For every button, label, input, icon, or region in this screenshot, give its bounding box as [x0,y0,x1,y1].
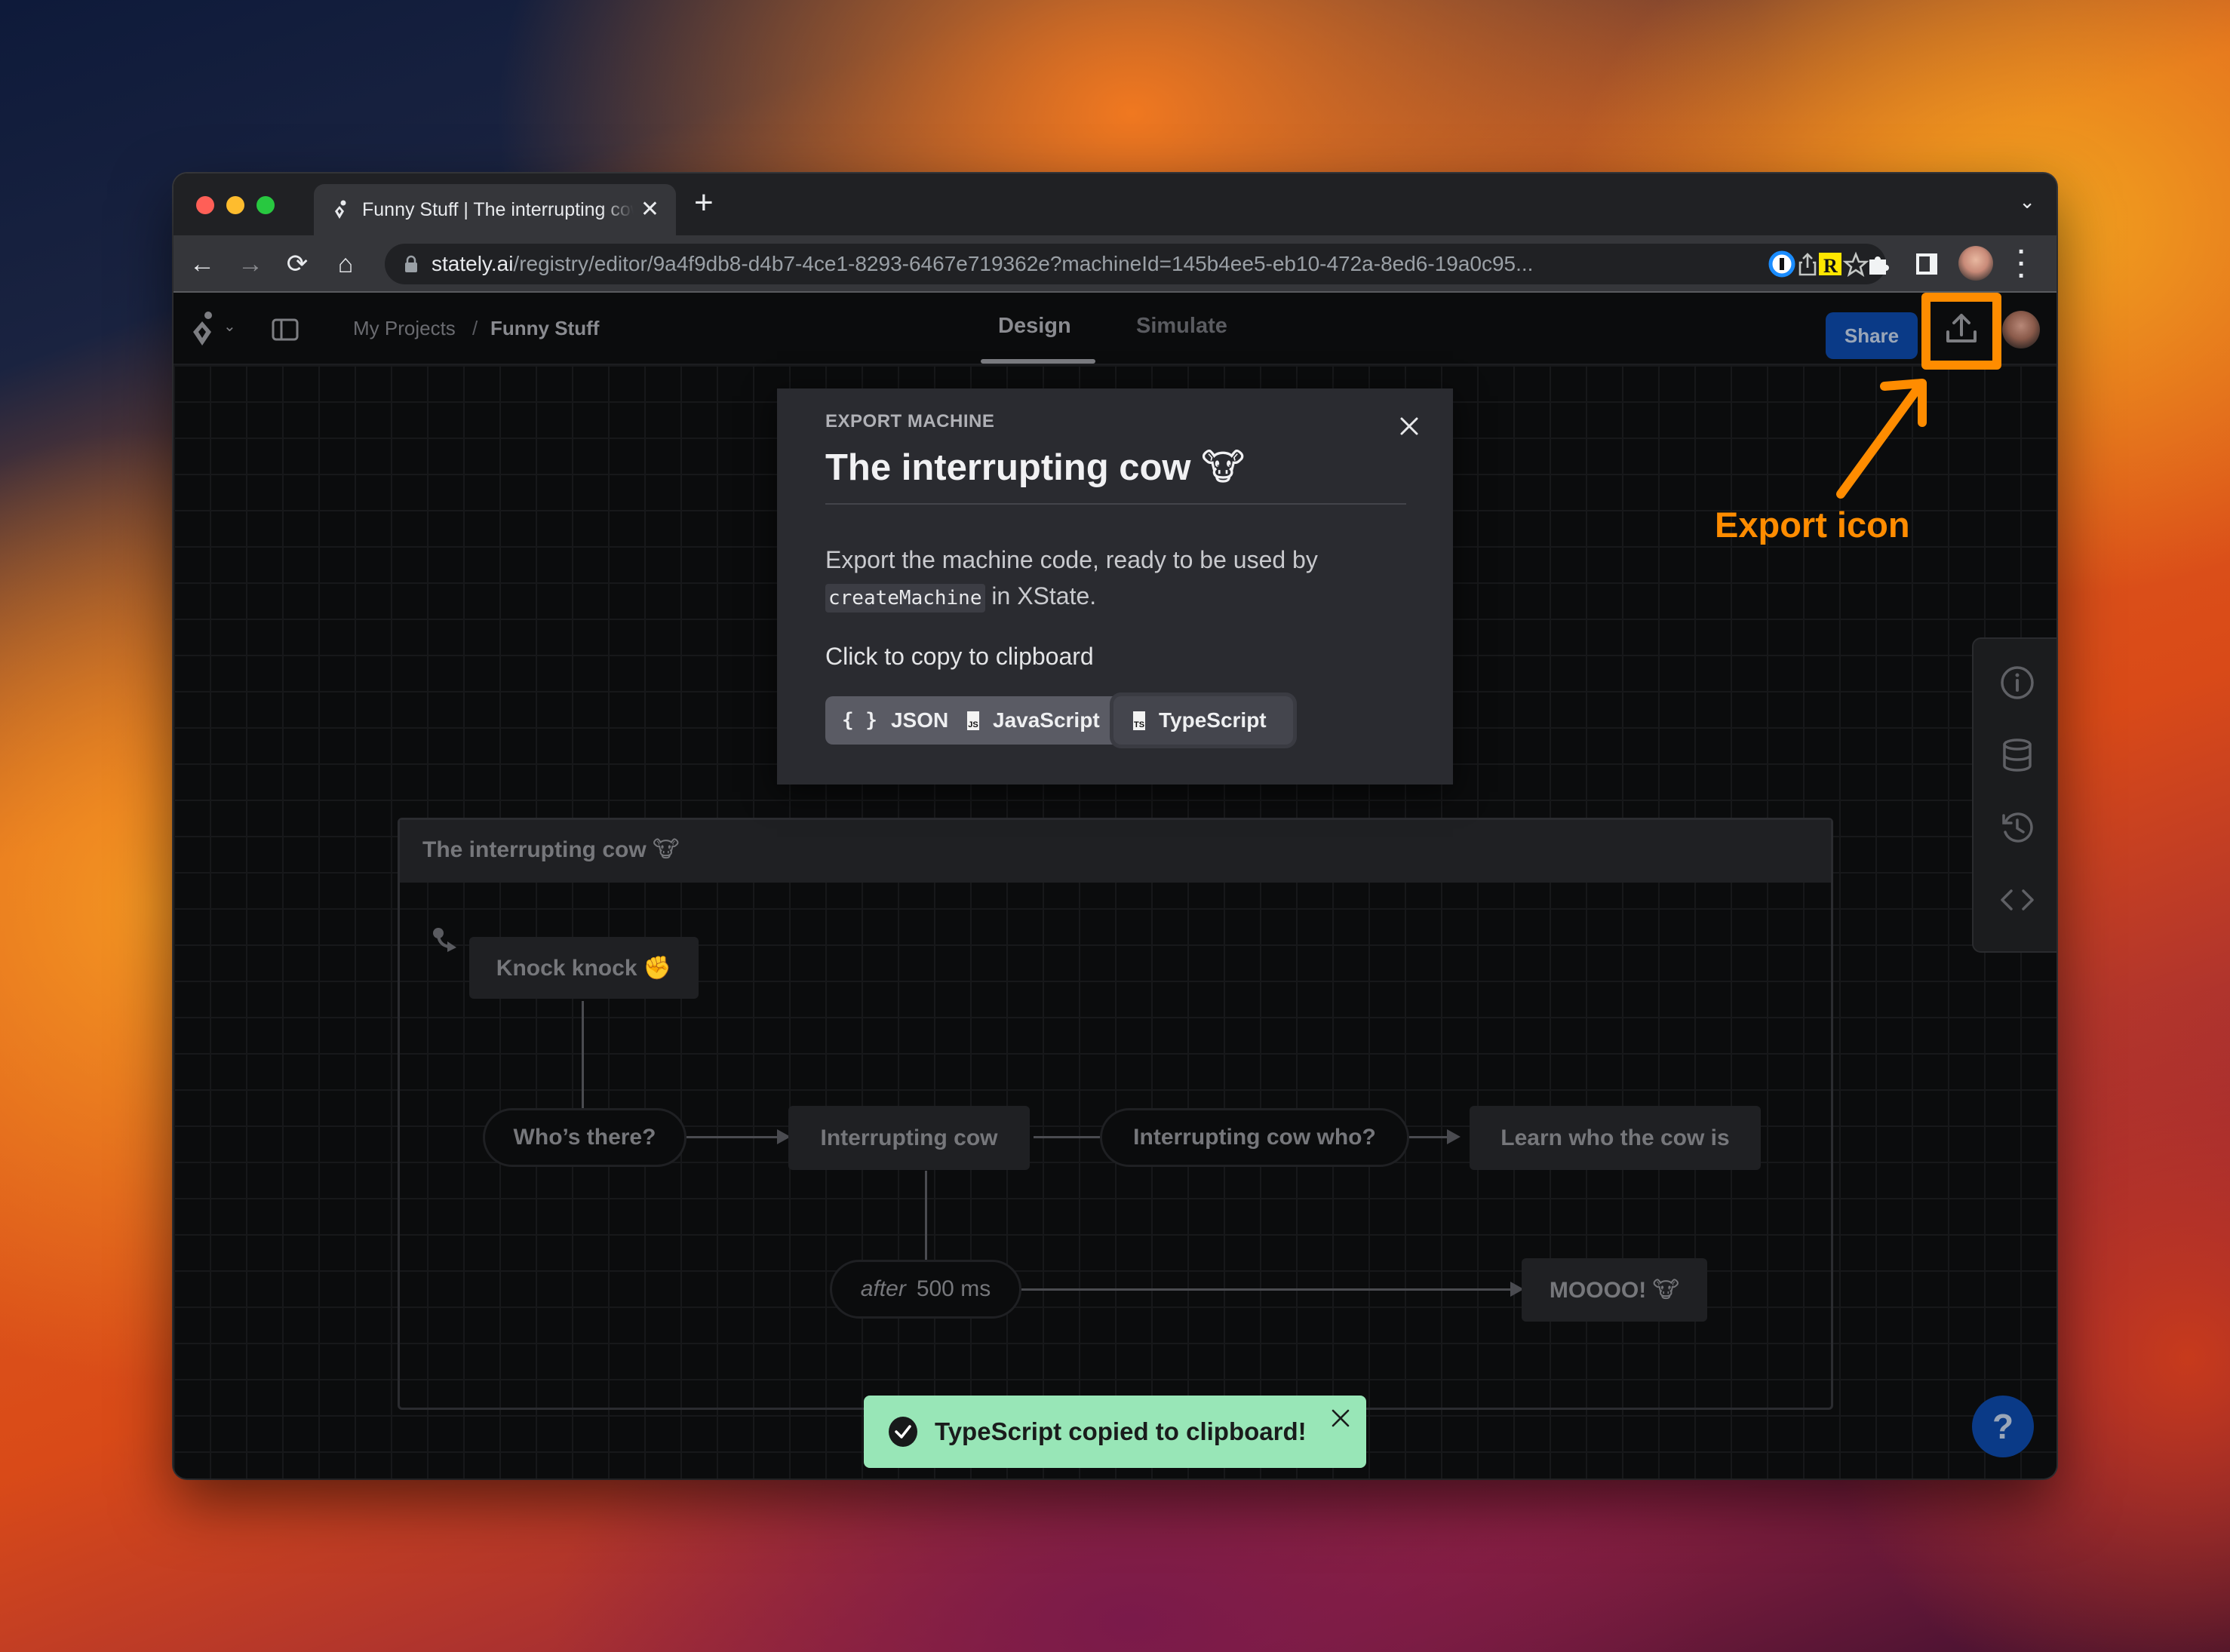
copy-instruction: Click to copy to clipboard [825,643,1094,670]
sidebar-icon[interactable] [1912,249,1942,279]
help-button[interactable]: ? [1972,1396,2034,1457]
tab-bar: Funny Stuff | The interrupting cow ✕ + ⌄ [174,173,2056,235]
state-interrupting-cow[interactable]: Interrupting cow [788,1106,1030,1170]
delay-prefix: after [860,1276,906,1301]
tab-close-icon[interactable]: ✕ [640,196,659,223]
state-knock-knock[interactable]: Knock knock ✊ [469,937,699,999]
1password-icon[interactable] [1767,249,1797,279]
check-circle-icon [889,1417,917,1447]
breadcrumb-separator: / [472,317,478,339]
stately-logo-icon[interactable] [192,309,219,349]
dialog-description: Export the machine code, ready to be use… [825,542,1414,616]
info-icon[interactable] [1998,663,2037,702]
svg-text:R: R [1823,255,1838,277]
typescript-label: TypeScript [1159,708,1267,732]
copy-json-button[interactable]: { } JSON [842,696,948,745]
more-menu-icon[interactable]: · · · [2014,239,2029,289]
forward-button[interactable]: → [234,247,267,281]
event-whos-there[interactable]: Who’s there? [483,1108,687,1167]
address-bar[interactable]: stately.ai/registry/editor/9a4f9db8-d4b7… [385,244,1886,284]
copy-typescript-button[interactable]: TS TypeScript [1113,696,1293,745]
logo-chevron-icon[interactable]: ⌄ [223,317,236,336]
copied-toast: TypeScript copied to clipboard! [864,1396,1366,1468]
edge-whos-there-to-interrupting [687,1136,777,1138]
export-machine-dialog: EXPORT MACHINE The interrupting cow 🐮 Ex… [777,388,1453,785]
tab-design[interactable]: Design [998,314,1071,339]
browser-window: Funny Stuff | The interrupting cow ✕ + ⌄… [174,173,2056,1479]
window-minimize-button[interactable] [226,196,244,214]
edge-interrupting-to-who [1034,1136,1105,1138]
share-button[interactable]: Share [1826,312,1918,359]
new-tab-button[interactable]: + [694,184,714,222]
toggle-sidebar-icon[interactable] [272,318,299,341]
json-braces-icon: { } [842,709,877,732]
breadcrumb-my-projects[interactable]: My Projects [353,317,456,340]
tab-title: Funny Stuff | The interrupting cow [362,198,634,220]
event-interrupting-cow-who[interactable]: Interrupting cow who? [1100,1108,1409,1167]
initial-state-marker-icon [433,928,456,952]
active-tab-indicator [981,359,1095,364]
desc-text: Export the machine code, ready to be use… [825,546,1318,573]
window-maximize-button[interactable] [256,196,275,214]
url-path: /registry/editor/9a4f9db8-d4b7-4ce1-8293… [513,252,1534,275]
user-avatar[interactable] [2002,311,2040,349]
state-moooo[interactable]: MOOOO! 🐮 [1522,1258,1707,1322]
reload-button[interactable]: ⟳ [281,247,314,281]
home-button[interactable]: ⌂ [329,247,362,281]
browser-tab[interactable]: Funny Stuff | The interrupting cow ✕ [314,184,676,235]
r-extension-icon[interactable]: R [1815,249,1845,279]
edge-who-to-learn [1408,1136,1447,1138]
dialog-eyebrow: EXPORT MACHINE [825,411,995,431]
create-machine-code: createMachine [825,584,985,613]
toast-message: TypeScript copied to clipboard! [935,1417,1307,1445]
history-icon[interactable] [1998,808,2037,847]
state-learn-who-the-cow-is[interactable]: Learn who the cow is [1470,1106,1761,1170]
stately-favicon-icon [335,200,346,219]
dialog-title: The interrupting cow 🐮 [825,447,1246,488]
javascript-label: JavaScript [993,708,1100,732]
typescript-icon: TS [1133,711,1145,730]
arrowhead [1447,1129,1461,1144]
export-format-group: { } JSON JS JavaScript TS TypeScript [825,696,1293,745]
lock-icon [405,255,417,272]
edge-knock-to-whos-there [582,1001,584,1118]
extensions-puzzle-icon[interactable] [1863,249,1894,279]
window-close-button[interactable] [196,196,214,214]
annotation-label: Export icon [1715,505,1910,545]
tab-simulate[interactable]: Simulate [1136,314,1227,339]
edge-after-to-moo [1021,1288,1510,1291]
back-button[interactable]: ← [186,247,219,281]
app-header: ⌄ My Projects / Funny Stuff Design Simul… [174,293,2056,365]
json-label: JSON [890,708,949,732]
desc-text-end: in XState. [984,582,1097,610]
delay-value: 500 ms [916,1276,991,1301]
right-side-panel [1972,637,2056,953]
browser-toolbar: ← → ⟳ ⌂ stately.ai/registry/editor/9a4f9… [174,235,2056,293]
machine-title: The interrupting cow 🐮 [400,820,1831,883]
javascript-icon: JS [967,711,979,730]
tab-search-chevron-icon[interactable]: ⌄ [2019,190,2035,213]
copy-javascript-button[interactable]: JS JavaScript [967,696,1100,745]
dialog-close-icon[interactable] [1394,411,1424,441]
breadcrumb-current[interactable]: Funny Stuff [490,317,599,340]
profile-avatar[interactable] [1958,246,1993,281]
event-after-500ms[interactable]: after 500 ms [830,1260,1021,1319]
toast-close-icon[interactable] [1330,1408,1351,1429]
url-host: stately.ai [432,252,514,275]
code-icon[interactable] [1998,880,2037,920]
export-icon-highlight [1921,293,2001,370]
annotation-arrow-icon [1836,379,1927,499]
database-icon[interactable] [1998,735,2037,775]
dialog-divider [825,503,1406,505]
